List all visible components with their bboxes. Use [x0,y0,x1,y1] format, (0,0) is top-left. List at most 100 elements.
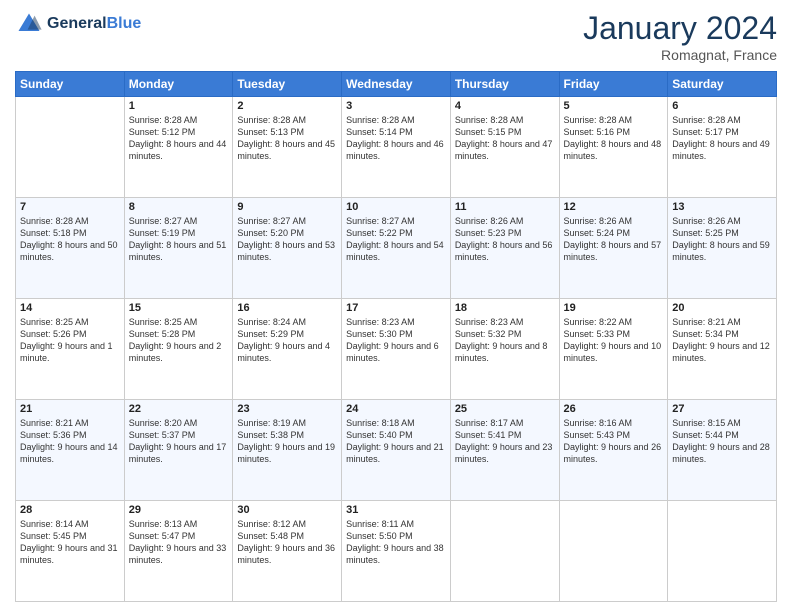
day-number: 15 [129,302,229,314]
day-number: 11 [455,201,555,213]
calendar-cell: 27 Sunrise: 8:15 AMSunset: 5:44 PMDayligh… [668,400,777,501]
cell-info: Sunrise: 8:23 AMSunset: 5:30 PMDaylight:… [346,316,446,365]
day-number: 7 [20,201,120,213]
calendar-cell: 16 Sunrise: 8:24 AMSunset: 5:29 PMDayligh… [233,299,342,400]
day-number: 31 [346,504,446,516]
calendar-cell: 24 Sunrise: 8:18 AMSunset: 5:40 PMDayligh… [342,400,451,501]
calendar-header-row: SundayMondayTuesdayWednesdayThursdayFrid… [16,72,777,97]
day-number: 1 [129,100,229,112]
cell-info: Sunrise: 8:28 AMSunset: 5:14 PMDaylight:… [346,114,446,163]
calendar-cell: 6Sunrise: 8:28 AMSunset: 5:17 PMDaylight… [668,97,777,198]
logo-text: GeneralBlue [47,15,141,33]
day-number: 21 [20,403,120,415]
cell-info: Sunrise: 8:21 AMSunset: 5:34 PMDaylight:… [672,316,772,365]
calendar-cell: 9Sunrise: 8:27 AMSunset: 5:20 PMDaylight… [233,198,342,299]
calendar-day-header: Saturday [668,72,777,97]
calendar-cell: 29 Sunrise: 8:13 AMSunset: 5:47 PMDayligh… [124,501,233,602]
day-number: 5 [564,100,664,112]
calendar-cell: 26 Sunrise: 8:16 AMSunset: 5:43 PMDayligh… [559,400,668,501]
cell-info: Sunrise: 8:16 AMSunset: 5:43 PMDaylight:… [564,417,664,466]
cell-info: Sunrise: 8:20 AMSunset: 5:37 PMDaylight:… [129,417,229,466]
day-number: 3 [346,100,446,112]
calendar-cell: 11 Sunrise: 8:26 AMSunset: 5:23 PMDayligh… [450,198,559,299]
calendar-cell: 25Sunrise: 8:17 AMSunset: 5:41 PMDayligh… [450,400,559,501]
cell-info: Sunrise: 8:24 AMSunset: 5:29 PMDaylight:… [237,316,337,365]
cell-info: Sunrise: 8:23 AMSunset: 5:32 PMDaylight:… [455,316,555,365]
cell-info: Sunrise: 8:27 AMSunset: 5:22 PMDaylight:… [346,215,446,264]
calendar-cell: 1Sunrise: 8:28 AMSunset: 5:12 PMDaylight… [124,97,233,198]
cell-info: Sunrise: 8:11 AMSunset: 5:50 PMDaylight:… [346,518,446,567]
calendar-cell: 28 Sunrise: 8:14 AMSunset: 5:45 PMDayligh… [16,501,125,602]
cell-info: Sunrise: 8:18 AMSunset: 5:40 PMDaylight:… [346,417,446,466]
location: Romagnat, France [583,47,777,63]
logo-general: General [47,15,107,32]
cell-info: Sunrise: 8:14 AMSunset: 5:45 PMDaylight:… [20,518,120,567]
cell-info: Sunrise: 8:28 AMSunset: 5:15 PMDaylight:… [455,114,555,163]
calendar-cell: 12 Sunrise: 8:26 AMSunset: 5:24 PMDayligh… [559,198,668,299]
calendar-cell: 10 Sunrise: 8:27 AMSunset: 5:22 PMDayligh… [342,198,451,299]
cell-info: Sunrise: 8:22 AMSunset: 5:33 PMDaylight:… [564,316,664,365]
day-number: 20 [672,302,772,314]
calendar-week-row: 1Sunrise: 8:28 AMSunset: 5:12 PMDaylight… [16,97,777,198]
calendar-cell [450,501,559,602]
day-number: 12 [564,201,664,213]
day-number: 17 [346,302,446,314]
cell-info: Sunrise: 8:28 AMSunset: 5:13 PMDaylight:… [237,114,337,163]
calendar-table: SundayMondayTuesdayWednesdayThursdayFrid… [15,71,777,602]
calendar-day-header: Sunday [16,72,125,97]
calendar-cell: 20 Sunrise: 8:21 AMSunset: 5:34 PMDayligh… [668,299,777,400]
cell-info: Sunrise: 8:13 AMSunset: 5:47 PMDaylight:… [129,518,229,567]
cell-info: Sunrise: 8:25 AMSunset: 5:28 PMDaylight:… [129,316,229,365]
day-number: 24 [346,403,446,415]
cell-info: Sunrise: 8:19 AMSunset: 5:38 PMDaylight:… [237,417,337,466]
calendar-cell: 13 Sunrise: 8:26 AMSunset: 5:25 PMDayligh… [668,198,777,299]
calendar-cell [668,501,777,602]
cell-info: Sunrise: 8:28 AMSunset: 5:18 PMDaylight:… [20,215,120,264]
header: GeneralBlue January 2024 Romagnat, Franc… [15,10,777,63]
calendar-day-header: Friday [559,72,668,97]
calendar-cell: 23 Sunrise: 8:19 AMSunset: 5:38 PMDayligh… [233,400,342,501]
day-number: 28 [20,504,120,516]
calendar-cell: 8Sunrise: 8:27 AMSunset: 5:19 PMDaylight… [124,198,233,299]
calendar-cell: 19 Sunrise: 8:22 AMSunset: 5:33 PMDayligh… [559,299,668,400]
day-number: 14 [20,302,120,314]
logo-icon [15,10,43,38]
calendar-cell: 14Sunrise: 8:25 AMSunset: 5:26 PMDayligh… [16,299,125,400]
calendar-cell: 15 Sunrise: 8:25 AMSunset: 5:28 PMDayligh… [124,299,233,400]
calendar-day-header: Tuesday [233,72,342,97]
cell-info: Sunrise: 8:28 AMSunset: 5:17 PMDaylight:… [672,114,772,163]
day-number: 18 [455,302,555,314]
day-number: 29 [129,504,229,516]
calendar-week-row: 21Sunrise: 8:21 AMSunset: 5:36 PMDayligh… [16,400,777,501]
title-area: January 2024 Romagnat, France [583,10,777,63]
calendar-day-header: Thursday [450,72,559,97]
calendar-cell: 21Sunrise: 8:21 AMSunset: 5:36 PMDayligh… [16,400,125,501]
calendar-day-header: Wednesday [342,72,451,97]
cell-info: Sunrise: 8:26 AMSunset: 5:25 PMDaylight:… [672,215,772,264]
cell-info: Sunrise: 8:26 AMSunset: 5:24 PMDaylight:… [564,215,664,264]
logo: GeneralBlue [15,10,141,38]
day-number: 19 [564,302,664,314]
day-number: 2 [237,100,337,112]
calendar-week-row: 28 Sunrise: 8:14 AMSunset: 5:45 PMDayligh… [16,501,777,602]
logo-blue-text: Blue [107,15,142,32]
cell-info: Sunrise: 8:26 AMSunset: 5:23 PMDaylight:… [455,215,555,264]
day-number: 27 [672,403,772,415]
cell-info: Sunrise: 8:12 AMSunset: 5:48 PMDaylight:… [237,518,337,567]
cell-info: Sunrise: 8:15 AMSunset: 5:44 PMDaylight:… [672,417,772,466]
calendar-cell: 30 Sunrise: 8:12 AMSunset: 5:48 PMDayligh… [233,501,342,602]
calendar-day-header: Monday [124,72,233,97]
day-number: 10 [346,201,446,213]
calendar-cell: 5Sunrise: 8:28 AMSunset: 5:16 PMDaylight… [559,97,668,198]
day-number: 30 [237,504,337,516]
calendar-cell: 17 Sunrise: 8:23 AMSunset: 5:30 PMDayligh… [342,299,451,400]
calendar-cell: 31 Sunrise: 8:11 AMSunset: 5:50 PMDayligh… [342,501,451,602]
day-number: 13 [672,201,772,213]
day-number: 9 [237,201,337,213]
calendar-week-row: 14Sunrise: 8:25 AMSunset: 5:26 PMDayligh… [16,299,777,400]
calendar-cell: 22Sunrise: 8:20 AMSunset: 5:37 PMDayligh… [124,400,233,501]
day-number: 16 [237,302,337,314]
day-number: 23 [237,403,337,415]
day-number: 26 [564,403,664,415]
month-title: January 2024 [583,10,777,47]
